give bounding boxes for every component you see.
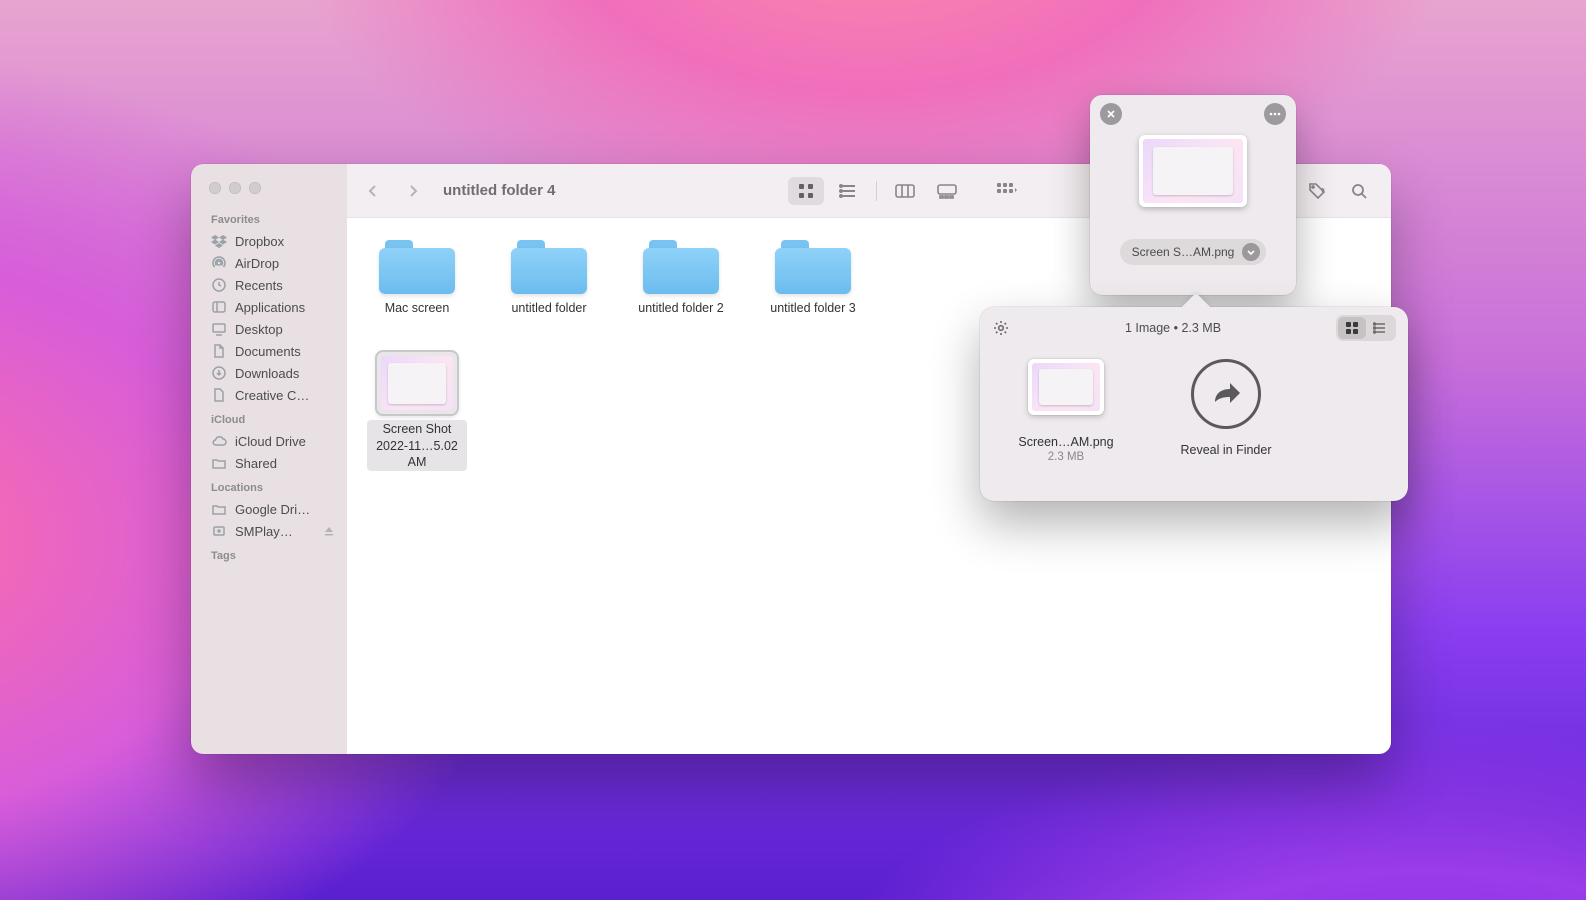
item-label-line: 2022-11…5.02 AM	[376, 439, 458, 469]
close-button[interactable]	[1100, 103, 1122, 125]
sidebar-item-documents[interactable]: Documents	[191, 340, 347, 362]
sidebar-item-google-drive[interactable]: Google Dri…	[191, 498, 347, 520]
folder-item[interactable]: untitled folder	[499, 236, 599, 316]
tags-button[interactable]	[1299, 177, 1335, 205]
sidebar-item-label: Documents	[235, 344, 301, 359]
popover-thumbnail	[1028, 359, 1104, 415]
item-label: untitled folder 2	[631, 300, 731, 316]
shelf-filename: Screen S…AM.png	[1132, 245, 1235, 259]
document-icon	[211, 387, 227, 403]
sidebar-item-shared[interactable]: Shared	[191, 452, 347, 474]
folder-item[interactable]: untitled folder 3	[763, 236, 863, 316]
sidebar-item-label: Shared	[235, 456, 277, 471]
view-switch	[788, 177, 965, 205]
popover-file-item[interactable]: Screen…AM.png 2.3 MB	[1006, 359, 1126, 463]
sidebar-item-label: Recents	[235, 278, 283, 293]
popover-header: 1 Image • 2.3 MB	[980, 307, 1408, 349]
folder-icon	[775, 236, 851, 294]
image-thumbnail	[377, 352, 457, 414]
eject-icon[interactable]	[323, 525, 335, 537]
popover-body: Screen…AM.png 2.3 MB Reveal in Finder	[980, 349, 1408, 473]
minimize-window-button[interactable]	[229, 182, 241, 194]
sidebar-item-icloud-drive[interactable]: iCloud Drive	[191, 430, 347, 452]
sidebar-item-creative[interactable]: Creative C…	[191, 384, 347, 406]
nav-buttons	[361, 179, 425, 203]
search-button[interactable]	[1341, 177, 1377, 205]
sidebar-header-icloud: iCloud	[191, 406, 347, 430]
more-button[interactable]	[1264, 103, 1286, 125]
window-controls	[191, 174, 347, 206]
folder-item[interactable]: Mac screen	[367, 236, 467, 316]
image-item-selected[interactable]: Screen Shot 2022-11…5.02 AM	[367, 352, 467, 471]
sidebar-item-label: Applications	[235, 300, 305, 315]
toolbar-divider	[876, 181, 877, 201]
view-segmented-control	[1336, 315, 1396, 341]
sidebar-item-label: SMPlay…	[235, 524, 293, 539]
sidebar-item-label: Creative C…	[235, 388, 309, 403]
popover-file-size: 2.3 MB	[1006, 451, 1126, 463]
window-title: untitled folder 4	[443, 182, 556, 199]
folder-item[interactable]: untitled folder 2	[631, 236, 731, 316]
popover-summary: 1 Image • 2.3 MB	[1010, 321, 1336, 335]
dropbox-icon	[211, 233, 227, 249]
shelf-panel[interactable]: Screen S…AM.png	[1090, 95, 1296, 295]
sidebar-item-recents[interactable]: Recents	[191, 274, 347, 296]
shelf-popover: 1 Image • 2.3 MB Screen…AM.png 2.3 MB Re…	[980, 307, 1408, 501]
folder-icon	[379, 236, 455, 294]
item-label-line: Screen Shot	[383, 422, 452, 436]
item-label: untitled folder	[499, 300, 599, 316]
back-button[interactable]	[361, 179, 385, 203]
shared-folder-icon	[211, 455, 227, 471]
sidebar-item-label: AirDrop	[235, 256, 279, 271]
popover-file-label: Screen…AM.png	[1006, 435, 1126, 449]
document-icon	[211, 343, 227, 359]
sidebar-header-favorites: Favorites	[191, 206, 347, 230]
folder-icon	[511, 236, 587, 294]
share-arrow-icon	[1191, 359, 1261, 429]
grid-segment[interactable]	[1338, 317, 1366, 339]
shelf-filename-pill[interactable]: Screen S…AM.png	[1120, 239, 1267, 265]
reveal-label: Reveal in Finder	[1166, 443, 1286, 457]
close-window-button[interactable]	[209, 182, 221, 194]
sidebar-item-label: Downloads	[235, 366, 299, 381]
item-label: Mac screen	[367, 300, 467, 316]
sidebar-item-airdrop[interactable]: AirDrop	[191, 252, 347, 274]
item-label: untitled folder 3	[763, 300, 863, 316]
icon-view-button[interactable]	[788, 177, 824, 205]
sidebar-item-label: Google Dri…	[235, 502, 310, 517]
gallery-view-button[interactable]	[929, 177, 965, 205]
shelf-thumbnail[interactable]	[1139, 135, 1247, 207]
forward-button[interactable]	[401, 179, 425, 203]
sidebar-item-smplayer[interactable]: SMPlay…	[191, 520, 347, 542]
list-segment[interactable]	[1366, 317, 1394, 339]
applications-icon	[211, 299, 227, 315]
sidebar-item-label: Desktop	[235, 322, 283, 337]
desktop-icon	[211, 321, 227, 337]
chevron-down-icon[interactable]	[1242, 243, 1260, 261]
folder-icon	[643, 236, 719, 294]
sidebar-item-downloads[interactable]: Downloads	[191, 362, 347, 384]
sidebar-header-tags: Tags	[191, 542, 347, 566]
reveal-in-finder-button[interactable]: Reveal in Finder	[1166, 359, 1286, 463]
clock-icon	[211, 277, 227, 293]
cloud-icon	[211, 433, 227, 449]
sidebar-header-locations: Locations	[191, 474, 347, 498]
item-label: Screen Shot 2022-11…5.02 AM	[367, 420, 467, 471]
airdrop-icon	[211, 255, 227, 271]
group-by-button[interactable]	[989, 177, 1025, 205]
sidebar-item-dropbox[interactable]: Dropbox	[191, 230, 347, 252]
column-view-button[interactable]	[887, 177, 923, 205]
sidebar-item-applications[interactable]: Applications	[191, 296, 347, 318]
gear-icon[interactable]	[992, 319, 1010, 337]
disk-icon	[211, 523, 227, 539]
sidebar-item-label: Dropbox	[235, 234, 284, 249]
download-icon	[211, 365, 227, 381]
sidebar-item-label: iCloud Drive	[235, 434, 306, 449]
folder-icon	[211, 501, 227, 517]
sidebar-item-desktop[interactable]: Desktop	[191, 318, 347, 340]
zoom-window-button[interactable]	[249, 182, 261, 194]
sidebar: Favorites Dropbox AirDrop Recents Applic…	[191, 164, 347, 754]
list-view-button[interactable]	[830, 177, 866, 205]
